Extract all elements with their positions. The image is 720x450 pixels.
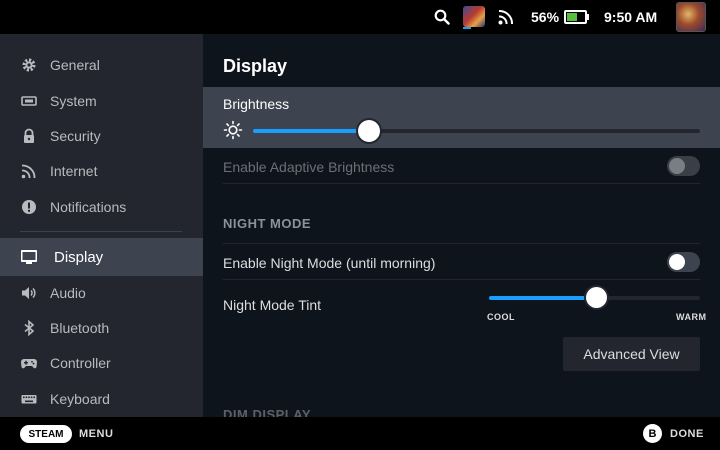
display-settings-panel: Display Brightness Enable Adaptive Brigh… [203, 34, 720, 417]
battery-percent: 56% [531, 9, 560, 25]
sidebar-item-bluetooth[interactable]: Bluetooth [0, 310, 203, 345]
sidebar-item-keyboard[interactable]: Keyboard [0, 381, 203, 416]
sun-icon [223, 120, 243, 140]
wifi-icon [21, 164, 36, 179]
sidebar-item-label: Display [54, 248, 104, 266]
brightness-slider[interactable] [253, 129, 700, 133]
advanced-view-button[interactable]: Advanced View [563, 337, 700, 371]
menu-label: MENU [79, 428, 114, 440]
settings-sidebar: General System Security Internet Notific… [0, 34, 203, 417]
sidebar-item-general[interactable]: General [0, 47, 203, 82]
battery-fill [567, 13, 577, 21]
dim-display-section-header: DIM DISPLAY [223, 407, 312, 417]
monitor-icon [21, 250, 37, 264]
sidebar-item-display[interactable]: Display [0, 238, 203, 276]
brightness-slider-fill [253, 129, 370, 133]
sidebar-item-label: Keyboard [50, 390, 110, 407]
done-label: DONE [670, 428, 704, 440]
steam-button[interactable]: STEAM [20, 425, 72, 443]
lock-icon [24, 128, 34, 143]
sidebar-divider [20, 231, 182, 232]
sidebar-item-label: Notifications [50, 198, 127, 215]
night-mode-tint-slider-knob[interactable] [586, 287, 608, 308]
keyboard-icon [21, 395, 37, 404]
gamepad-icon [21, 359, 37, 369]
sidebar-item-security[interactable]: Security [0, 118, 203, 153]
night-mode-toggle[interactable] [667, 252, 700, 272]
sidebar-item-label: Security [50, 127, 101, 144]
sidebar-item-label: General [50, 56, 100, 73]
tint-cool-label: COOL [487, 312, 515, 322]
sidebar-item-audio[interactable]: Audio [0, 275, 203, 310]
page-title: Display [223, 56, 288, 76]
row-divider [223, 183, 700, 184]
night-mode-toggle-label: Enable Night Mode (until morning) [223, 255, 436, 271]
running-game-indicator [463, 27, 471, 29]
night-mode-tint-slider-fill [489, 296, 597, 300]
tint-warm-label: WARM [676, 312, 707, 322]
clock: 9:50 AM [604, 9, 658, 25]
sidebar-item-label: Controller [50, 354, 111, 371]
b-button-icon[interactable]: B [643, 424, 662, 443]
speaker-icon [22, 287, 36, 299]
wifi-icon[interactable] [498, 9, 515, 25]
sidebar-item-label: Audio [50, 284, 86, 301]
system-icon [21, 96, 37, 106]
row-divider [223, 279, 700, 280]
status-bar: 56% 9:50 AM [0, 0, 720, 34]
sidebar-item-system[interactable]: System [0, 83, 203, 118]
sidebar-item-notifications[interactable]: Notifications [0, 189, 203, 224]
adaptive-brightness-label: Enable Adaptive Brightness [223, 159, 395, 175]
brightness-row[interactable]: Brightness [203, 87, 720, 148]
brightness-slider-knob[interactable] [358, 120, 381, 142]
search-icon[interactable] [434, 9, 450, 25]
adaptive-brightness-toggle[interactable] [667, 156, 700, 176]
info-icon [22, 200, 36, 214]
running-game-thumbnail[interactable] [463, 6, 485, 27]
night-mode-section-header: NIGHT MODE [223, 216, 312, 231]
gear-icon [22, 58, 36, 72]
sidebar-item-label: System [50, 92, 97, 109]
sidebar-item-label: Bluetooth [50, 319, 110, 336]
row-divider [223, 243, 700, 244]
battery-icon [564, 10, 587, 24]
footer-bar: STEAM MENU B DONE [0, 417, 720, 450]
brightness-label: Brightness [223, 96, 290, 112]
bluetooth-icon [24, 320, 35, 336]
sidebar-item-label: Internet [50, 162, 98, 179]
toggle-knob [669, 158, 685, 174]
sidebar-item-internet[interactable]: Internet [0, 153, 203, 188]
sidebar-item-controller[interactable]: Controller [0, 345, 203, 380]
night-mode-tint-label: Night Mode Tint [223, 297, 322, 313]
avatar[interactable] [676, 2, 706, 32]
battery-cap [587, 14, 589, 20]
toggle-knob [669, 254, 685, 270]
